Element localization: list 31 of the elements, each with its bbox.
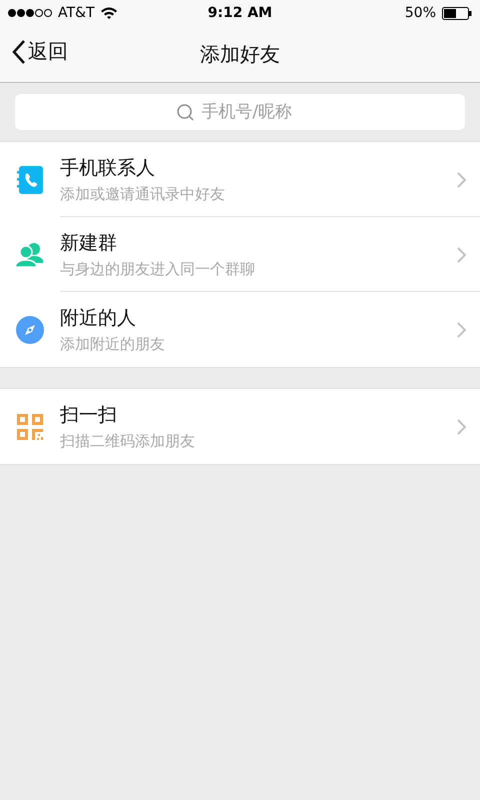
chevron-icon — [456, 172, 466, 188]
page-title: 添加好友 — [200, 40, 280, 68]
carrier-name: AT&T — [58, 5, 95, 21]
signal-icon — [8, 9, 52, 17]
search-field[interactable]: 手机号/昵称 — [200, 101, 304, 123]
battery-icon — [442, 6, 472, 20]
item-subtitle: 添加附近的朋友 — [60, 335, 166, 354]
menu-item[interactable]: 扫一扫 扫描二维码添加朋友 — [0, 389, 480, 464]
qr-code-icon — [17, 414, 43, 440]
menu-item[interactable]: 附近的人 添加附近的朋友 — [0, 292, 480, 367]
battery-percent: 50% — [404, 5, 436, 21]
item-subtitle: 扫描二维码添加朋友 — [60, 432, 196, 451]
search-icon — [176, 104, 194, 120]
item-title: 附近的人 — [60, 306, 137, 331]
menu-item[interactable]: 手机联系人 添加或邀请通讯录中好友 — [0, 142, 480, 217]
item-subtitle: 添加或邀请通讯录中好友 — [60, 185, 226, 204]
people-icon — [15, 242, 45, 268]
back-button[interactable]: 返回 — [12, 38, 68, 65]
menu-item[interactable]: 新建群 与身边的朋友进入同一个群聊 — [0, 217, 480, 292]
chevron-icon — [456, 418, 466, 434]
back-chevron-icon — [12, 38, 26, 64]
item-title: 新建群 — [60, 231, 118, 256]
item-subtitle: 与身边的朋友进入同一个群聊 — [60, 260, 256, 279]
chevron-icon — [456, 246, 466, 262]
chevron-icon — [456, 322, 466, 338]
compass-icon — [16, 316, 44, 344]
wifi-icon — [100, 7, 117, 19]
clock-time: 9:12 AM — [208, 5, 272, 21]
phone-book-icon — [17, 166, 43, 194]
item-title: 手机联系人 — [60, 156, 156, 181]
item-title: 扫一扫 — [60, 403, 118, 428]
